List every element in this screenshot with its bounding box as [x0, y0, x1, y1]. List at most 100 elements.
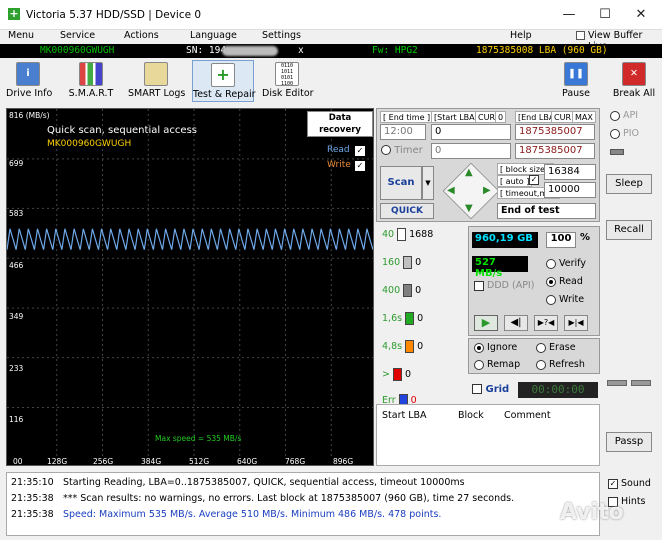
maximize-button[interactable]: ☐ — [590, 4, 620, 26]
menu-language[interactable]: Language — [190, 30, 237, 41]
pause-button[interactable]: ❚❚ Pause — [556, 60, 596, 102]
write-legend-checkbox[interactable]: ✓ — [355, 161, 365, 171]
ignore-option[interactable]: Ignore — [474, 342, 517, 353]
end-max-button[interactable]: MAX — [572, 111, 596, 123]
hints-label: Hints — [621, 496, 646, 507]
grid-checkbox[interactable] — [472, 384, 482, 394]
quick-button[interactable]: QUICK — [380, 203, 434, 219]
log-row: 21:35:10 Starting Reading, LBA=0..1875385… — [11, 477, 465, 488]
block-count: 0 — [417, 313, 424, 324]
ignore-label: Ignore — [487, 342, 518, 353]
ddd-api-checkbox[interactable] — [474, 280, 484, 291]
block-label: 1,6s — [382, 313, 403, 324]
end-button[interactable]: ▶|◀ — [564, 315, 588, 331]
read-legend-checkbox[interactable]: ✓ — [355, 146, 365, 156]
pause-icon: ❚❚ — [564, 62, 588, 86]
skip-button[interactable]: ▶?◀ — [534, 315, 558, 331]
serial-blur — [222, 46, 278, 56]
end-cur-button[interactable]: CUR — [551, 111, 574, 123]
data-recovery-badge[interactable]: Data recovery www.hdd.by — [307, 111, 373, 147]
smart-button[interactable]: S.M.A.R.T — [66, 60, 116, 102]
write-option[interactable]: Write — [546, 294, 584, 305]
remap-label: Remap — [487, 359, 521, 370]
smart-logs-button[interactable]: SMART Logs — [128, 60, 185, 102]
timer-option[interactable]: Timer — [381, 145, 423, 156]
disk-editor-button[interactable]: 0110 1011 0101 1100 Disk Editor — [262, 60, 314, 102]
serial-close[interactable]: x — [298, 45, 304, 56]
recall-button[interactable]: Recall — [606, 220, 652, 240]
block-counter-160: 160 0 — [382, 256, 421, 269]
start-lba-label: [Start LBA] — [431, 111, 481, 123]
pio-label: PIO — [623, 128, 640, 139]
verify-option[interactable]: Verify — [546, 258, 586, 269]
menu-actions[interactable]: Actions — [124, 30, 159, 41]
arrow-right-icon[interactable]: ▶ — [483, 185, 491, 196]
timer-input[interactable]: 0 — [431, 143, 511, 159]
timeout-select[interactable]: 10000 — [544, 182, 596, 198]
arrow-left-icon[interactable]: ◀ — [447, 185, 455, 196]
menu-service[interactable]: Service — [60, 30, 95, 41]
ddd-api-option[interactable]: DDD (API) — [474, 280, 534, 291]
api-option[interactable]: API — [610, 110, 638, 121]
menu-settings[interactable]: Settings — [262, 30, 301, 41]
menu-bar: Menu Service Actions Language Settings H… — [0, 30, 662, 52]
grid-option[interactable]: Grid — [472, 384, 509, 395]
arrow-up-icon[interactable]: ▲ — [465, 167, 473, 178]
rewind-button[interactable]: ◀| — [504, 315, 528, 331]
firmware: Fw: HPG2 — [372, 45, 418, 56]
passp-button[interactable]: Passp — [606, 432, 652, 452]
test-repair-button[interactable]: + Test & Repair — [192, 60, 256, 102]
block-counter-4-8s: 4,8s 0 — [382, 340, 423, 353]
end-of-test-select[interactable]: End of test — [497, 203, 596, 219]
end-time-label: [ End time ] — [380, 111, 434, 123]
avito-watermark: Avito — [560, 500, 624, 525]
sound-option[interactable]: ✓ Sound — [608, 478, 651, 489]
event-log[interactable]: 21:35:10 Starting Reading, LBA=0..1875385… — [6, 472, 600, 536]
x-tick: 384G — [141, 457, 162, 466]
x-tick: 128G — [47, 457, 68, 466]
block-counter-1-6s: 1,6s 0 — [382, 312, 423, 325]
auto-checkbox[interactable]: ✓ — [529, 175, 539, 185]
block-label: > — [382, 369, 390, 380]
menu-help[interactable]: Help — [510, 30, 532, 41]
start-lba-input[interactable]: 0 — [431, 124, 511, 140]
y-tick: 583 — [9, 209, 24, 218]
play-button[interactable]: ▶ — [474, 315, 498, 331]
smart-label: S.M.A.R.T — [68, 88, 114, 99]
block-label: 400 — [382, 285, 401, 296]
y-tick: 233 — [9, 364, 24, 373]
graph-model: MK000960GWUGH — [47, 139, 132, 149]
y-tick: 466 — [9, 261, 24, 270]
slider-left[interactable] — [607, 380, 627, 386]
remap-option[interactable]: Remap — [474, 359, 520, 370]
refresh-option[interactable]: Refresh — [536, 359, 585, 370]
pio-option[interactable]: PIO — [610, 128, 639, 139]
log-row: 21:35:38 *** Scan results: no warnings, n… — [11, 493, 514, 504]
erase-option[interactable]: Erase — [536, 342, 576, 353]
break-all-icon: ✕ — [622, 62, 646, 86]
col-start-lba: Start LBA — [382, 410, 427, 421]
disk-editor-icon: 0110 1011 0101 1100 — [275, 62, 299, 86]
arrow-down-icon[interactable]: ▼ — [465, 203, 473, 214]
auto-label: [ auto ] — [497, 175, 533, 187]
close-button[interactable]: ✕ — [626, 4, 656, 26]
block-swatch — [403, 284, 413, 297]
block-count: 0 — [417, 341, 424, 352]
current-speed: 527 MB/s — [472, 256, 528, 279]
sound-checkbox[interactable]: ✓ — [608, 478, 618, 489]
slider-right[interactable] — [631, 380, 651, 386]
menu-menu[interactable]: Menu — [8, 30, 34, 41]
block-size-select[interactable]: 16384 — [544, 164, 596, 180]
x-tick: 512G — [189, 457, 210, 466]
scan-button[interactable]: Scan — [380, 166, 422, 200]
minimize-button[interactable]: — — [554, 4, 584, 26]
drive-info-button[interactable]: i Drive Info — [6, 60, 52, 102]
break-all-button[interactable]: ✕ Break All — [612, 60, 656, 102]
view-buffer-icon — [576, 31, 585, 40]
scan-dropdown-icon[interactable]: ▼ — [422, 166, 434, 200]
drive-model: MK000960GWUGH — [40, 45, 115, 56]
end-lba-input[interactable]: 1875385007 — [515, 124, 595, 140]
sleep-button[interactable]: Sleep — [606, 174, 652, 194]
read-option[interactable]: Read — [546, 276, 583, 287]
end-time-input[interactable]: 12:00 — [380, 124, 426, 140]
